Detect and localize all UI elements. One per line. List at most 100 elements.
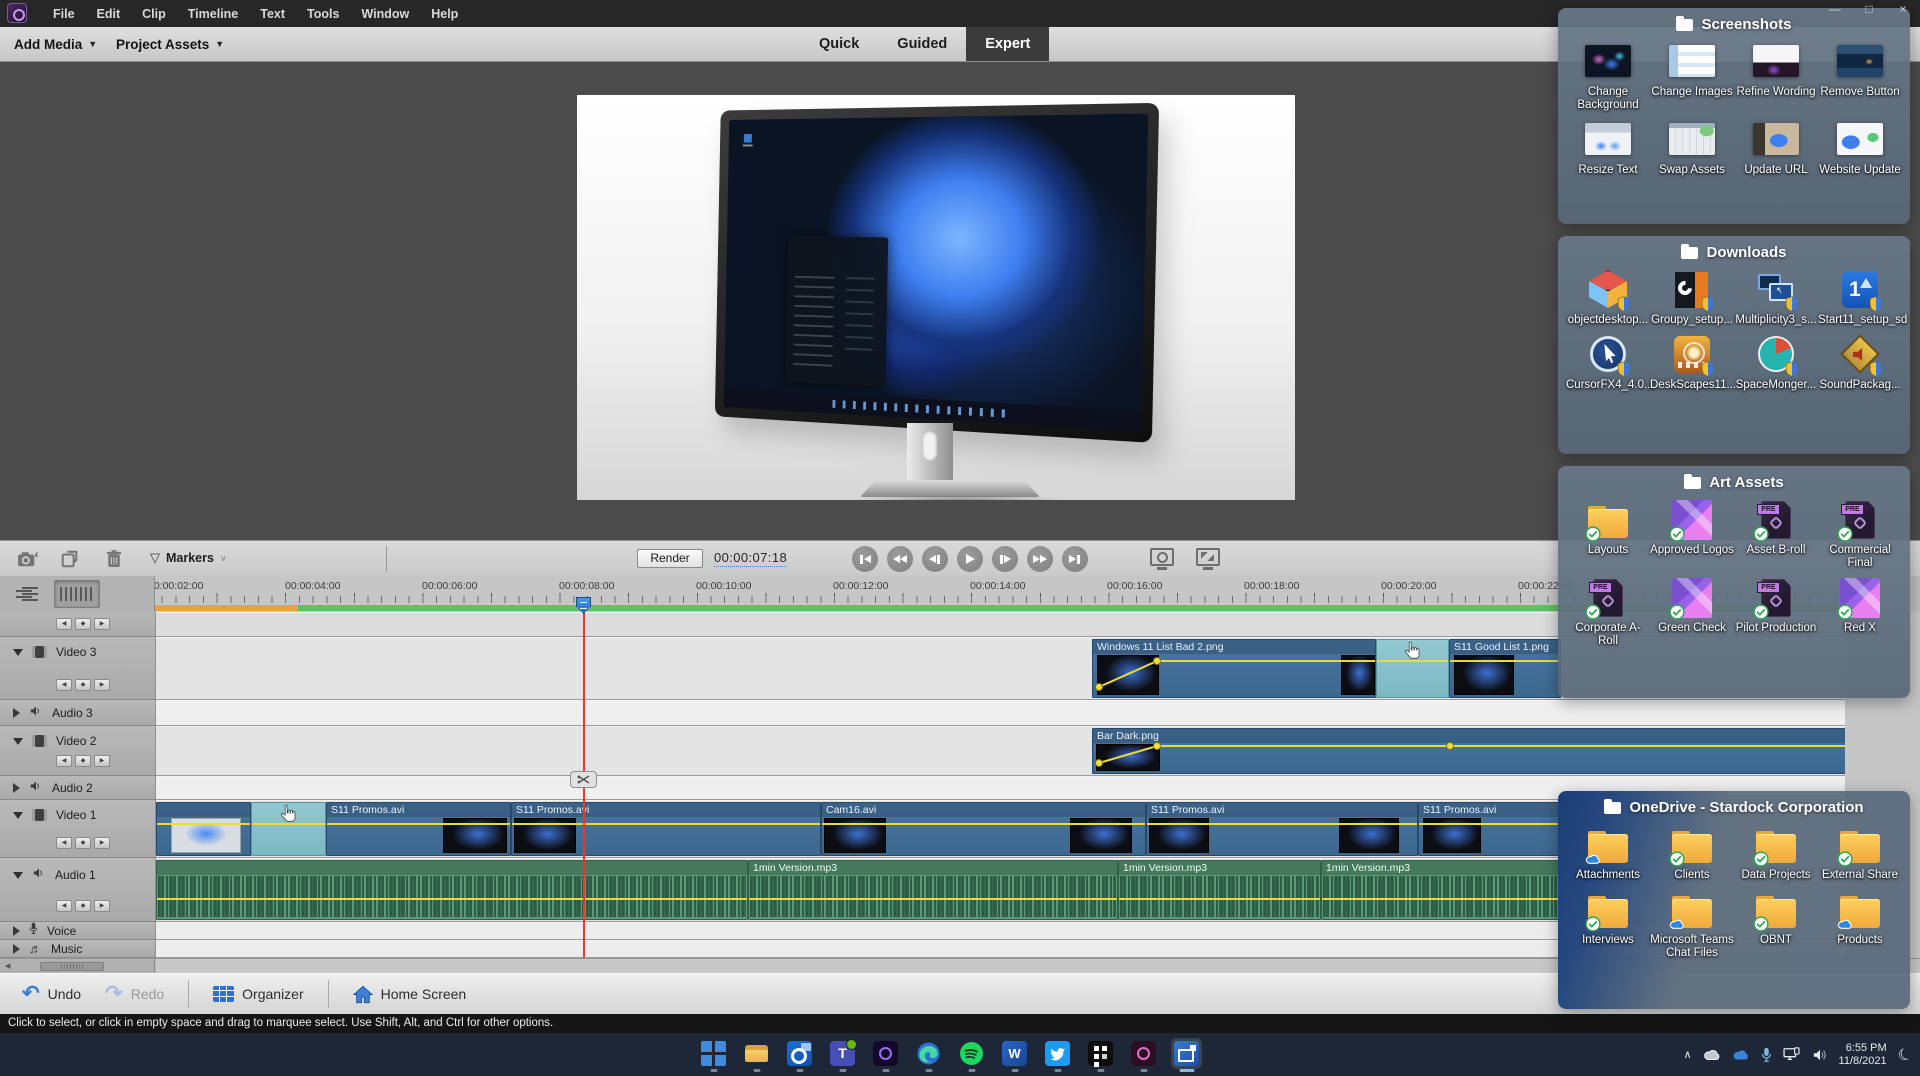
keyframe-next-button[interactable]: ▶ [94,618,110,630]
taskbar-icon-premiere-elements[interactable] [870,1038,901,1069]
menu-item-clip[interactable]: Clip [131,7,177,21]
taskbar-icon-premiere-elements-2[interactable] [1128,1038,1159,1069]
desktop-icon-products[interactable]: Products [1818,890,1902,960]
transport-frame-back-button[interactable] [922,546,948,572]
desktop-icon-external-share[interactable]: External Share [1818,825,1902,882]
tray-chevron-icon[interactable]: ∧ [1683,1048,1691,1061]
transport-go-to-start-button[interactable] [852,546,878,572]
close-button[interactable]: × [1896,1,1910,17]
desktop-icon-red-x[interactable]: Red X [1818,578,1902,648]
clip-cam16-avi[interactable]: Cam16.avi [821,802,1146,856]
keyframe-prev-button[interactable]: ◀ [56,618,72,630]
add-media-dropdown[interactable]: Add Media ▼ [14,27,97,61]
desktop-icon-update-url[interactable]: Update URL [1734,120,1818,177]
keyframe-prev-button[interactable]: ◀ [56,837,72,849]
transport-frame-forward-button[interactable] [992,546,1018,572]
clip-1min-version-mp3[interactable]: 1min Version.mp3 [1118,860,1321,920]
keyframe-add-button[interactable]: ◆ [75,679,91,691]
desktop-icon-soundpackag[interactable]: SoundPackag... [1818,334,1902,392]
duplicate-icon[interactable] [58,549,82,569]
track-expand-toggle[interactable] [13,925,20,936]
taskbar-clock[interactable]: 6:55 PM 11/8/2021 [1839,1042,1887,1068]
desktop-icon-layouts[interactable]: Layouts [1566,500,1650,570]
desktop-icon-spacemonger[interactable]: SpaceMonger... [1734,335,1818,392]
clip-s11-promos-avi[interactable]: S11 Promos.avi [1418,802,1561,856]
desktop-icon-groupy-setup[interactable]: Groupy_setup... [1650,270,1734,327]
desktop-icon-resize-text[interactable]: Resize Text [1566,120,1650,177]
menu-item-file[interactable]: File [42,7,86,21]
keyframe-prev-button[interactable]: ◀ [56,679,72,691]
trash-icon[interactable] [102,549,126,569]
track-height-icon[interactable] [16,586,38,602]
desktop-icon-clients[interactable]: Clients [1650,825,1734,882]
fence-title-bar[interactable]: Art Assets [1558,466,1910,498]
desktop-icon-data-projects[interactable]: Data Projects [1734,825,1818,882]
clip-1min-version-mp3[interactable]: 1min Version.mp3 [1321,860,1559,920]
clip-segment[interactable] [156,860,748,920]
clip-s11-promos-avi[interactable]: S11 Promos.avi [326,802,511,856]
tab-expert[interactable]: Expert [966,27,1050,61]
taskbar-icon-fences-app[interactable] [1085,1038,1116,1069]
taskbar-icon-file-explorer[interactable] [741,1038,772,1069]
track-expand-toggle[interactable] [13,737,23,745]
home-screen-button[interactable]: Home Screen [352,985,466,1004]
undo-button[interactable]: ↶ Undo [22,983,81,1004]
taskbar-icon-start[interactable] [698,1038,729,1069]
menu-item-tools[interactable]: Tools [296,7,350,21]
project-assets-dropdown[interactable]: Project Assets ▼ [116,27,224,61]
clip-s11-promos-avi[interactable]: S11 Promos.avi [1146,802,1418,856]
microphone-icon[interactable] [1761,1047,1772,1063]
clip-segment[interactable] [251,802,326,856]
speaker-icon[interactable] [1812,1048,1828,1062]
taskbar-icon-word[interactable] [999,1038,1030,1069]
scroll-left-icon[interactable]: ◀ [5,962,10,970]
transport-rewind-button[interactable] [887,546,913,572]
menu-item-text[interactable]: Text [249,7,296,21]
track-expand-toggle[interactable] [13,648,23,656]
render-button[interactable]: Render [637,549,703,568]
keyframe-prev-button[interactable]: ◀ [56,900,72,912]
fence-title-bar[interactable]: Downloads [1558,236,1910,268]
desktop-icon-remove-button[interactable]: Remove Button [1818,42,1902,112]
clip-windows-11-list-bad-2-png[interactable]: Windows 11 List Bad 2.png [1092,639,1376,698]
organizer-button[interactable]: Organizer [213,986,304,1002]
track-expand-toggle[interactable] [13,943,20,954]
minimize-button[interactable]: — [1828,1,1842,17]
desktop-icon-deskscapes11[interactable]: DeskScapes11... [1650,335,1736,392]
menu-item-window[interactable]: Window [350,7,420,21]
desktop-icon-swap-assets[interactable]: Swap Assets [1650,120,1734,177]
desktop-icon-microsoft-teams-chat-files[interactable]: Microsoft Teams Chat Files [1650,890,1734,960]
network-icon[interactable] [1782,1047,1801,1062]
taskbar-icon-spotify[interactable] [956,1038,987,1069]
taskbar-icon-twitter[interactable] [1042,1038,1073,1069]
desktop-icon-start11-setup-sd[interactable]: 1 Start11_setup_sd [1818,270,1907,327]
clip-segment[interactable] [1376,639,1449,698]
desktop-icon-website-update[interactable]: Website Update [1818,120,1902,177]
desktop-icon-corporate-a-roll[interactable]: PRE Corporate A-Roll [1566,578,1650,648]
keyframe-add-button[interactable]: ◆ [75,837,91,849]
clip-s11-good-list-1-png[interactable]: S11 Good List 1.png [1449,639,1561,698]
desktop-icon-interviews[interactable]: Interviews [1566,890,1650,960]
desktop-icon-asset-b-roll[interactable]: PRE Asset B-roll [1734,500,1818,570]
desktop-icon-commercial-final[interactable]: PRE Commercial Final [1818,500,1902,570]
track-expand-toggle[interactable] [13,782,20,793]
desktop-icon-cursorfx4-4-0[interactable]: CursorFX4_4.0... [1566,335,1654,392]
clip-bar-dark-png[interactable]: Bar Dark.png [1092,728,1845,774]
maximize-button[interactable]: □ [1862,1,1876,17]
transport-fast-forward-button[interactable] [1027,546,1053,572]
audio-waveform-toggle[interactable] [54,580,100,608]
clip-1min-version-mp3[interactable]: 1min Version.mp3 [748,860,1118,920]
keyframe-next-button[interactable]: ▶ [94,755,110,767]
desktop-icon-obnt[interactable]: OBNT [1734,890,1818,960]
onedrive-cloud-icon[interactable] [1732,1049,1750,1061]
track-row-video-2[interactable]: Bar Dark.png [156,726,1845,776]
track-row-audio-3[interactable] [156,700,1845,726]
redo-button[interactable]: ↷ Redo [105,983,164,1004]
markers-dropdown[interactable]: ▽ Markers ∨ [150,548,227,568]
desktop-icon-change-background[interactable]: Change Background [1566,42,1650,112]
clip-s11-promos-avi[interactable]: S11 Promos.avi [511,802,821,856]
transport-go-to-end-button[interactable] [1062,546,1088,572]
desktop-icon-approved-logos[interactable]: Approved Logos [1650,500,1734,570]
timecode-field[interactable]: 00:00:07:18 [714,550,788,567]
desktop-icon-pilot-production[interactable]: PRE Pilot Production [1734,578,1818,648]
